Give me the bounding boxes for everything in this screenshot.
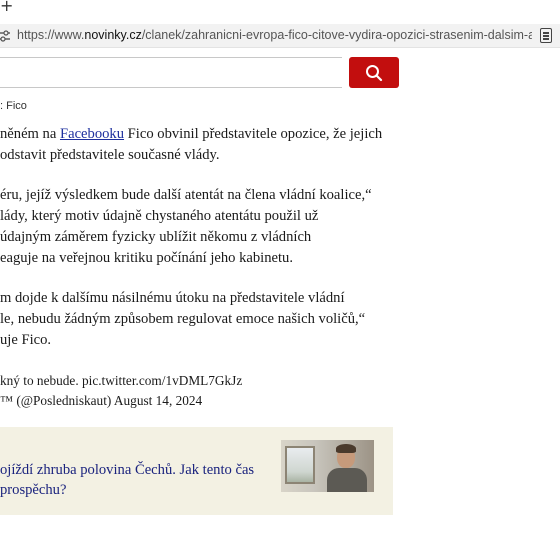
paragraph-2: éru, jejíž výsledkem bude další atentát … bbox=[0, 185, 410, 270]
text-line: údajným záměrem fyzicky ublížit někomu z… bbox=[0, 229, 312, 246]
text-line: odstavit představitele současné vlády. bbox=[0, 147, 220, 164]
site-header bbox=[0, 48, 560, 96]
new-tab-button[interactable]: + bbox=[0, 0, 13, 15]
url-prefix: https://www. bbox=[17, 28, 85, 42]
address-bar[interactable]: https://www.novinky.cz/clanek/zahranicni… bbox=[0, 24, 560, 48]
url-text[interactable]: https://www.novinky.cz/clanek/zahranicni… bbox=[17, 28, 532, 42]
search-icon bbox=[366, 65, 383, 82]
text-line: lády, který motiv údajně chystaného aten… bbox=[0, 207, 319, 224]
facebook-link[interactable]: Facebooku bbox=[60, 126, 124, 142]
search-input[interactable] bbox=[0, 57, 342, 88]
person-hair-shape bbox=[336, 444, 356, 453]
url-path: /clanek/zahranicni-evropa-fico-citove-vy… bbox=[141, 28, 532, 42]
related-article-teaser[interactable]: ojíždí zhruba polovina Čechů. Jak tento … bbox=[0, 427, 393, 515]
text-line: m dojde k dalšímu násilnému útoku na pře… bbox=[0, 289, 345, 306]
paragraph-3: m dojde k dalšímu násilnému útoku na pře… bbox=[0, 288, 410, 352]
paragraph-1: něném na Facebooku Fico obvinil představ… bbox=[0, 124, 410, 167]
text-line: éru, jejíž výsledkem bude další atentát … bbox=[0, 186, 372, 203]
url-host: novinky.cz bbox=[84, 28, 142, 42]
text-line: le, nebudu žádným způsobem regulovat emo… bbox=[0, 311, 366, 328]
embedded-tweet: kný to nebude. pic.twitter.com/1vDML7GkJ… bbox=[0, 371, 242, 411]
text-line: eaguje na veřejnou kritiku počínání jeho… bbox=[0, 250, 293, 267]
tweet-text[interactable]: kný to nebude. pic.twitter.com/1vDML7GkJ… bbox=[0, 371, 242, 391]
text-line: něném na Facebooku Fico obvinil představ… bbox=[0, 126, 383, 142]
tweet-author-date[interactable]: ™ (@Posledniskaut) August 14, 2024 bbox=[0, 391, 242, 411]
teaser-thumbnail[interactable] bbox=[281, 440, 374, 492]
reader-view-icon[interactable] bbox=[540, 28, 552, 43]
site-info-icon[interactable] bbox=[0, 29, 10, 43]
person-body-shape bbox=[327, 468, 367, 492]
teaser-title[interactable]: ojíždí zhruba polovina Čechů. Jak tento … bbox=[0, 461, 254, 500]
browser-tab-strip: + bbox=[0, 0, 560, 24]
article-body: něném na Facebooku Fico obvinil představ… bbox=[0, 124, 410, 370]
image-caption: : Fico bbox=[0, 100, 27, 112]
search-button[interactable] bbox=[349, 57, 399, 88]
train-window-shape bbox=[285, 446, 315, 484]
text-line: uje Fico. bbox=[0, 332, 52, 349]
